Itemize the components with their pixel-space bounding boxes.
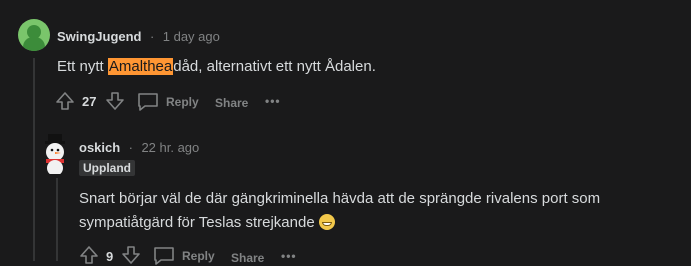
comment-header: SwingJugend · 1 day ago	[57, 28, 220, 46]
downvote-icon[interactable]	[121, 245, 141, 265]
search-highlight: Amalthea	[107, 58, 174, 75]
snowman-avatar-icon	[45, 134, 65, 176]
comment-icon	[153, 246, 175, 266]
avatar[interactable]	[18, 19, 50, 51]
upvote-icon[interactable]	[79, 245, 99, 265]
comment-icon	[137, 92, 159, 112]
share-button[interactable]: Share	[231, 251, 264, 265]
comment-text-after: dåd, alternativt ett nytt Ådalen.	[173, 58, 376, 75]
timestamp[interactable]: 22 hr. ago	[141, 140, 199, 155]
reply-button[interactable]: Reply	[137, 92, 199, 112]
timestamp[interactable]: 1 day ago	[163, 29, 220, 44]
comment-text-line-2: sympatiåtgärd för Teslas strejkande	[79, 211, 600, 235]
reply-button[interactable]: Reply	[153, 246, 215, 266]
vote-count: 9	[106, 249, 114, 264]
share-button[interactable]: Share	[215, 96, 248, 110]
username[interactable]: oskich	[79, 140, 120, 155]
reply-label: Reply	[166, 95, 199, 109]
comment-body: Snart börjar väl de där gängkriminella h…	[79, 187, 600, 235]
more-options-button[interactable]: •••	[265, 94, 281, 108]
upvote-icon[interactable]	[55, 91, 75, 111]
user-flair: Uppland	[79, 160, 135, 176]
thread-line[interactable]	[33, 58, 35, 261]
comment-text-line: Snart börjar väl de där gängkriminella h…	[79, 190, 601, 207]
separator: ·	[128, 140, 133, 155]
thread-line-nested[interactable]	[56, 178, 58, 261]
comment-header: oskich · 22 hr. ago	[79, 139, 199, 157]
downvote-icon[interactable]	[105, 91, 125, 111]
vote-count: 27	[82, 94, 97, 109]
avatar[interactable]	[38, 132, 72, 176]
comment-body: Ett nytt Amaltheadåd, alternativt ett ny…	[57, 55, 376, 79]
username[interactable]: SwingJugend	[57, 29, 142, 44]
grinning-emoji-icon	[318, 214, 335, 230]
separator: ·	[149, 29, 155, 44]
comment-text-before: Ett nytt	[57, 58, 108, 75]
